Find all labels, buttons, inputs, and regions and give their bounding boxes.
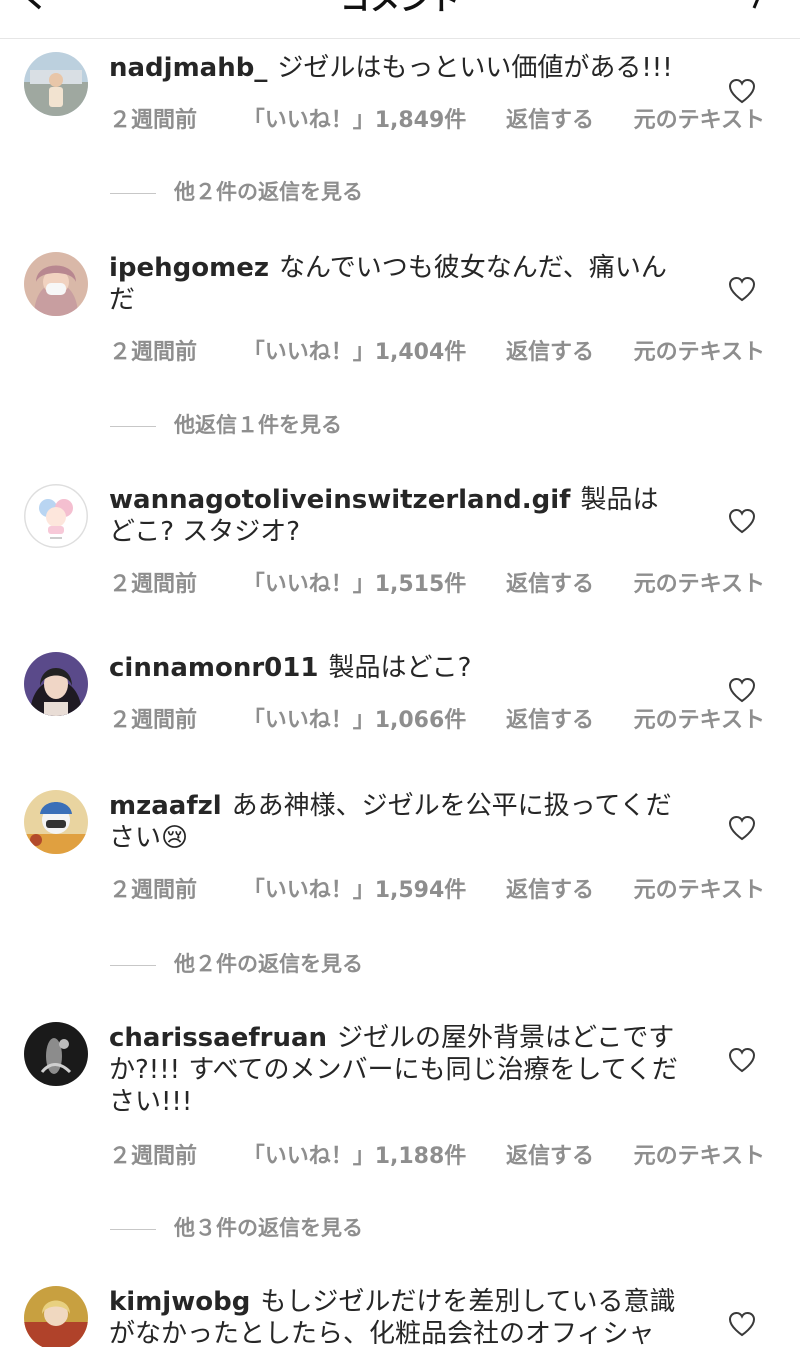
see-original-button[interactable]: 元のテキスト: [634, 1138, 765, 1170]
reply-button[interactable]: 返信する: [506, 1138, 594, 1170]
divider: [110, 1228, 156, 1230]
comment-username[interactable]: wannagotoliveinswitzerland.gif: [109, 485, 570, 515]
see-original-button[interactable]: 元のテキスト: [634, 566, 765, 598]
avatar[interactable]: [24, 252, 88, 316]
avatar[interactable]: [24, 484, 88, 548]
view-replies-label: 他２件の返信を見る: [174, 952, 363, 976]
heart-outline-icon[interactable]: [728, 1047, 756, 1073]
divider: [110, 192, 156, 194]
view-replies-button[interactable]: 他３件の返信を見る: [110, 1212, 363, 1242]
top-bar: コメント: [0, 0, 800, 39]
see-original-button[interactable]: 元のテキスト: [634, 872, 765, 904]
comment-likes[interactable]: 「いいね！」1,188件: [243, 1138, 467, 1170]
comment-username[interactable]: kimjwobg: [109, 1287, 250, 1317]
comment-time: ２週間前: [109, 1144, 198, 1169]
comment-item: kimjwobg もしジゼルだけを差別している意識がなかったとしたら、化粧品会社の…: [0, 1286, 800, 1347]
comment-time: ２週間前: [109, 572, 198, 597]
avatar[interactable]: [24, 1286, 88, 1347]
comment-time: ２週間前: [109, 878, 198, 903]
comment-time: ２週間前: [109, 340, 198, 365]
avatar[interactable]: [24, 1022, 88, 1086]
comment-time: ２週間前: [109, 108, 198, 133]
comment-meta: ２週間前 「いいね！」1,594件 返信する 元のテキスト: [109, 872, 765, 904]
comment-username[interactable]: cinnamonr011: [109, 653, 318, 683]
view-replies-label: 他３件の返信を見る: [174, 1216, 363, 1240]
comment-time: ２週間前: [109, 708, 198, 733]
reply-button[interactable]: 返信する: [506, 566, 594, 598]
see-original-button[interactable]: 元のテキスト: [634, 334, 765, 366]
comment-text: ジゼルはもっといい価値がある!!!: [277, 53, 673, 83]
avatar[interactable]: [24, 652, 88, 716]
reply-button[interactable]: 返信する: [506, 702, 594, 734]
comment-username[interactable]: ipehgomez: [109, 253, 269, 283]
heart-outline-icon[interactable]: [728, 508, 756, 534]
avatar[interactable]: [24, 52, 88, 116]
heart-outline-icon[interactable]: [728, 677, 756, 703]
page-title: コメント: [340, 0, 460, 18]
comment-meta: ２週間前 「いいね！」1,404件 返信する 元のテキスト: [109, 334, 765, 366]
view-replies-label: 他返信１件を見る: [174, 413, 342, 437]
comment-username[interactable]: mzaafzl: [109, 791, 222, 821]
see-original-button[interactable]: 元のテキスト: [634, 102, 765, 134]
view-replies-button[interactable]: 他２件の返信を見る: [110, 948, 363, 978]
avatar[interactable]: [24, 790, 88, 854]
divider: [110, 425, 156, 427]
heart-outline-icon[interactable]: [728, 276, 756, 302]
comment-likes[interactable]: 「いいね！」1,515件: [243, 566, 467, 598]
view-replies-label: 他２件の返信を見る: [174, 180, 363, 204]
comment-text: 製品はどこ?: [328, 653, 472, 683]
see-original-button[interactable]: 元のテキスト: [634, 702, 765, 734]
paper-plane-icon[interactable]: [738, 0, 766, 10]
comment-likes[interactable]: 「いいね！」1,404件: [243, 334, 467, 366]
reply-button[interactable]: 返信する: [506, 334, 594, 366]
heart-outline-icon[interactable]: [728, 815, 756, 841]
comment-username[interactable]: nadjmahb_: [109, 53, 267, 83]
reply-button[interactable]: 返信する: [506, 872, 594, 904]
view-replies-button[interactable]: 他返信１件を見る: [110, 409, 342, 439]
reply-button[interactable]: 返信する: [506, 102, 594, 134]
comment-meta: ２週間前 「いいね！」1,515件 返信する 元のテキスト: [109, 566, 765, 598]
heart-outline-icon[interactable]: [728, 78, 756, 104]
divider: [110, 964, 156, 966]
comment-username[interactable]: charissaefruan: [109, 1023, 327, 1053]
comment-likes[interactable]: 「いいね！」1,066件: [243, 702, 467, 734]
comment-meta: ２週間前 「いいね！」1,849件 返信する 元のテキスト: [109, 102, 765, 134]
view-replies-button[interactable]: 他２件の返信を見る: [110, 176, 363, 206]
heart-outline-icon[interactable]: [728, 1311, 756, 1337]
comment-meta: ２週間前 「いいね！」1,188件 返信する 元のテキスト: [109, 1138, 765, 1170]
comment-likes[interactable]: 「いいね！」1,594件: [243, 872, 467, 904]
comment-meta: ２週間前 「いいね！」1,066件 返信する 元のテキスト: [109, 702, 765, 734]
comment-likes[interactable]: 「いいね！」1,849件: [243, 102, 467, 134]
